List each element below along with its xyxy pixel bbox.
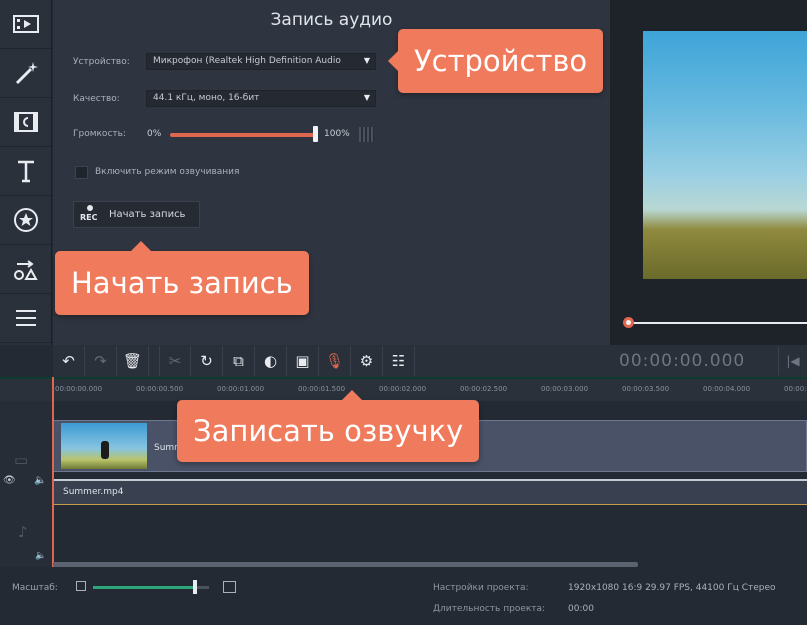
ruler-tick: 00:00:01.000 [217,385,265,393]
timeline-playhead[interactable] [52,377,54,567]
crop-icon[interactable]: ⧉ [223,346,255,376]
gear-icon[interactable]: ⚙ [351,346,383,376]
volume-max: 100% [324,129,350,139]
audio-clip-label: Summer.mp4 [63,487,124,497]
video-preview [610,0,807,345]
undo-icon[interactable]: ↶ [53,346,85,376]
start-recording-label: Начать запись [109,209,186,220]
volume-label: Громкость: [73,129,126,139]
sidebar-item-stickers[interactable] [0,196,51,245]
volume-slider-track[interactable] [170,133,316,137]
voiceover-checkbox[interactable] [75,166,88,179]
callout-record-voiceover: Записать озвучку [177,390,480,462]
project-settings-value: 1920x1080 16:9 29.97 FPS, 44100 Гц Стере… [568,583,776,593]
sidebar-item-more[interactable] [0,294,51,343]
callout-start-recording: Начать запись [55,241,309,315]
ruler-tick: 00:00:00.000 [55,385,103,393]
cut-icon[interactable]: ✂ [159,346,191,376]
redo-icon[interactable]: ↷ [85,346,117,376]
preview-controls: 00:00:00.000 |◀ [610,345,807,377]
timeline-scrollbar[interactable] [53,562,638,567]
color-icon[interactable]: ◐ [255,346,287,376]
zoom-slider-rest [197,586,209,589]
volume-min: 0% [147,129,162,139]
speaker-icon[interactable]: 🔈 [35,551,46,561]
text-icon [17,160,34,183]
project-duration-label: Длительность проекта: [433,604,546,614]
clip-thumbnail [61,423,147,469]
quality-label: Качество: [73,94,120,104]
clip-icon [13,112,38,132]
track-headers: ▭ 👁 🔈 ♪ 🔈 [0,401,52,567]
preview-scrubber-track[interactable] [628,322,807,324]
device-label: Устройство: [73,57,130,67]
sidebar-item-transitions[interactable] [0,245,51,294]
timecode: 00:00:00.000 [619,351,746,371]
skip-back-icon[interactable]: |◀ [778,347,807,375]
ruler-tick: 00:00:03.000 [541,385,589,393]
device-value: Микрофон (Realtek High Definition Audio [153,56,341,66]
zoom-in-icon[interactable] [223,581,236,593]
sidebar-item-filters[interactable] [0,49,51,98]
rec-icon: REC [80,204,102,225]
music-track-icon: ♪ [18,523,28,541]
dropdown-arrow-icon: ▼ [363,93,370,102]
dropdown-arrow-icon: ▼ [363,56,370,65]
callout-device: Устройство [387,29,604,93]
rotate-icon[interactable]: ↻ [191,346,223,376]
ruler-tick: 00:00:02.000 [379,385,427,393]
magic-wand-icon [15,62,38,85]
panel-title: Запись аудио [270,10,393,30]
preview-scrubber-handle[interactable] [623,317,634,328]
volume-meter-icon [359,127,374,142]
video-track-icon: ▭ [14,451,29,469]
sidebar-item-titles[interactable] [0,147,51,196]
ruler-tick: 00:00:03.500 [622,385,670,393]
project-duration-value: 00:00 [568,604,594,614]
project-settings-label: Настройки проекта: [433,583,529,593]
eye-icon[interactable]: 👁 [3,475,16,486]
voiceover-checkbox-label: Включить режим озвучивания [95,167,240,177]
sidebar-item-import[interactable] [0,0,51,49]
image-icon[interactable]: ▣ [287,346,319,376]
scale-label: Масштаб: [12,583,58,593]
equalizer-icon[interactable]: ☷ [383,346,415,376]
ruler-tick: 00:00:04.000 [703,385,751,393]
sidebar-item-clips[interactable] [0,98,51,147]
timeline-ruler[interactable]: 00:00:00.000 00:00:00.500 00:00:01.000 0… [0,377,807,401]
speaker-icon[interactable]: 🔈 [34,475,46,486]
start-recording-button[interactable]: REC Начать запись [73,201,200,228]
audio-clip[interactable]: Summer.mp4 [53,479,807,505]
timeline-toolbar: ↶ ↷ 🗑 ✂ ↻ ⧉ ◐ ▣ 🎙 ⚙ ☷ [53,345,610,377]
star-icon [13,208,38,232]
left-sidebar [0,0,52,345]
preview-frame [643,31,807,279]
status-bar: Масштаб: Настройки проекта: 1920x1080 16… [0,569,807,625]
quality-select[interactable]: 44.1 кГц, моно, 16-бит ▼ [146,90,376,107]
delete-icon[interactable]: 🗑 [117,346,149,376]
quality-value: 44.1 кГц, моно, 16-бит [153,93,260,103]
volume-slider-handle[interactable] [313,126,318,142]
ruler-tick: 00:00:04.500 [784,385,807,393]
rec-icon-text: REC [80,212,98,222]
device-select[interactable]: Микрофон (Realtek High Definition Audio … [146,53,376,70]
transitions-icon [13,260,38,280]
ruler-tick: 00:00:00.500 [136,385,184,393]
ruler-tick: 00:00:01.500 [298,385,346,393]
ruler-tick: 00:00:02.500 [460,385,508,393]
menu-icon [15,310,36,326]
zoom-out-icon[interactable] [76,581,86,591]
microphone-icon[interactable]: 🎙 [319,346,351,376]
zoom-slider-track[interactable] [93,586,195,589]
film-icon [12,15,39,33]
